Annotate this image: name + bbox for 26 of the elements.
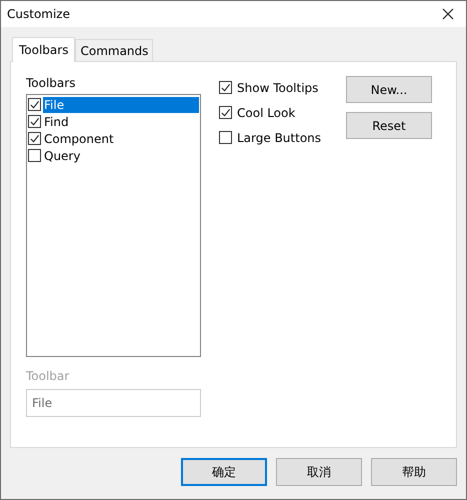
dialog-button[interactable]: 帮助: [371, 458, 457, 486]
side-button[interactable]: Reset: [346, 112, 432, 139]
tab[interactable]: Commands: [75, 39, 154, 61]
option-label: Cool Look: [237, 106, 296, 120]
side-button[interactable]: New...: [346, 76, 432, 103]
close-icon[interactable]: [442, 8, 454, 20]
checkbox[interactable]: [28, 115, 41, 128]
checkbox[interactable]: [28, 98, 41, 111]
group-label: Toolbars: [26, 76, 76, 90]
checkbox[interactable]: [219, 106, 232, 119]
option-label: Show Tooltips: [237, 80, 318, 94]
field-label: Toolbar: [26, 369, 70, 383]
list-item[interactable]: File: [43, 96, 199, 112]
list-item[interactable]: Query: [43, 148, 199, 164]
toolbar-list[interactable]: File Find Component Query: [26, 94, 201, 357]
checkbox[interactable]: [28, 149, 41, 162]
list-item[interactable]: Component: [43, 130, 199, 146]
option-label: Large Buttons: [237, 130, 322, 144]
dialog-button[interactable]: 确定: [181, 458, 267, 486]
checkbox[interactable]: [219, 81, 232, 94]
window-title: Customize: [7, 7, 70, 21]
list-item[interactable]: Find: [43, 114, 199, 130]
checkbox[interactable]: [219, 131, 232, 144]
checkbox[interactable]: [28, 132, 41, 145]
tab[interactable]: Toolbars: [12, 37, 76, 62]
dialog-button[interactable]: 取消: [276, 458, 362, 486]
